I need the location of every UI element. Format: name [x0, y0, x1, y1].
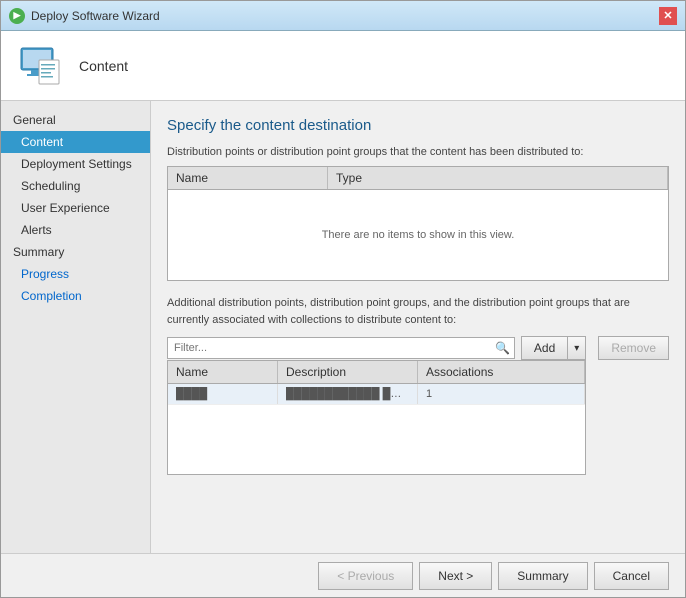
- page-title: Specify the content destination: [167, 117, 669, 134]
- footer: < Previous Next > Summary Cancel: [1, 553, 685, 597]
- close-button[interactable]: ✕: [659, 7, 677, 25]
- title-bar-left: ▶ Deploy Software Wizard: [9, 8, 160, 24]
- sidebar-item-scheduling[interactable]: Scheduling: [1, 175, 150, 197]
- deploy-software-wizard-window: ▶ Deploy Software Wizard ✕: [0, 0, 686, 598]
- upper-col-name: Name: [168, 167, 328, 189]
- main-area: General Content Deployment Settings Sche…: [1, 101, 685, 553]
- cancel-button[interactable]: Cancel: [594, 562, 669, 590]
- lower-col-associations: Associations: [418, 361, 585, 383]
- remove-button[interactable]: Remove: [598, 336, 669, 360]
- window-body: Content General Content Deployment Setti…: [1, 31, 685, 597]
- lower-table-side: 🔍 Add ▾ Name Description: [167, 336, 586, 475]
- upper-table-header: Name Type: [168, 167, 668, 190]
- sidebar-item-user-experience[interactable]: User Experience: [1, 197, 150, 219]
- filter-row: 🔍 Add ▾: [167, 336, 586, 360]
- table-row[interactable]: ████ ████████████ ████ 1: [168, 384, 585, 405]
- lower-table-body: ████ ████████████ ████ 1: [168, 384, 585, 474]
- lower-table-header: Name Description Associations: [168, 361, 585, 384]
- window-icon: ▶: [9, 8, 25, 24]
- lower-table: Name Description Associations ████ █████…: [167, 360, 586, 475]
- sidebar-general-label: General: [1, 109, 150, 131]
- add-button[interactable]: Add: [521, 336, 567, 360]
- header-section: Content: [1, 31, 685, 101]
- upper-table: Name Type There are no items to show in …: [167, 166, 669, 281]
- filter-and-buttons-row: 🔍 Add ▾ Name Description: [167, 336, 669, 475]
- add-dropdown-button[interactable]: ▾: [567, 336, 586, 360]
- summary-button[interactable]: Summary: [498, 562, 587, 590]
- previous-button[interactable]: < Previous: [318, 562, 413, 590]
- lower-description: Additional distribution points, distribu…: [167, 295, 669, 328]
- window-title: Deploy Software Wizard: [31, 9, 160, 23]
- upper-table-empty: There are no items to show in this view.: [168, 190, 668, 280]
- lower-col-name: Name: [168, 361, 278, 383]
- right-buttons: Remove: [598, 336, 669, 360]
- sidebar-item-content[interactable]: Content: [1, 131, 150, 153]
- content-area: Specify the content destination Distribu…: [151, 101, 685, 553]
- add-button-group: Add ▾: [521, 336, 586, 360]
- sidebar-item-deployment-settings[interactable]: Deployment Settings: [1, 153, 150, 175]
- sidebar-item-completion[interactable]: Completion: [1, 285, 150, 307]
- search-icon: 🔍: [495, 341, 510, 355]
- lower-col-description: Description: [278, 361, 418, 383]
- filter-input[interactable]: [168, 338, 514, 358]
- row-name: ████: [168, 384, 278, 404]
- sidebar: General Content Deployment Settings Sche…: [1, 101, 151, 553]
- sidebar-summary-label: Summary: [1, 241, 150, 263]
- sidebar-item-progress[interactable]: Progress: [1, 263, 150, 285]
- upper-col-type: Type: [328, 167, 668, 189]
- title-bar: ▶ Deploy Software Wizard ✕: [1, 1, 685, 31]
- upper-description: Distribution points or distribution poin…: [167, 146, 669, 158]
- sidebar-item-alerts[interactable]: Alerts: [1, 219, 150, 241]
- filter-input-wrapper: 🔍: [167, 337, 515, 359]
- row-description: ████████████ ████: [278, 384, 418, 404]
- header-title: Content: [79, 58, 128, 74]
- row-associations: 1: [418, 384, 585, 404]
- next-button[interactable]: Next >: [419, 562, 492, 590]
- wizard-icon: [17, 42, 65, 90]
